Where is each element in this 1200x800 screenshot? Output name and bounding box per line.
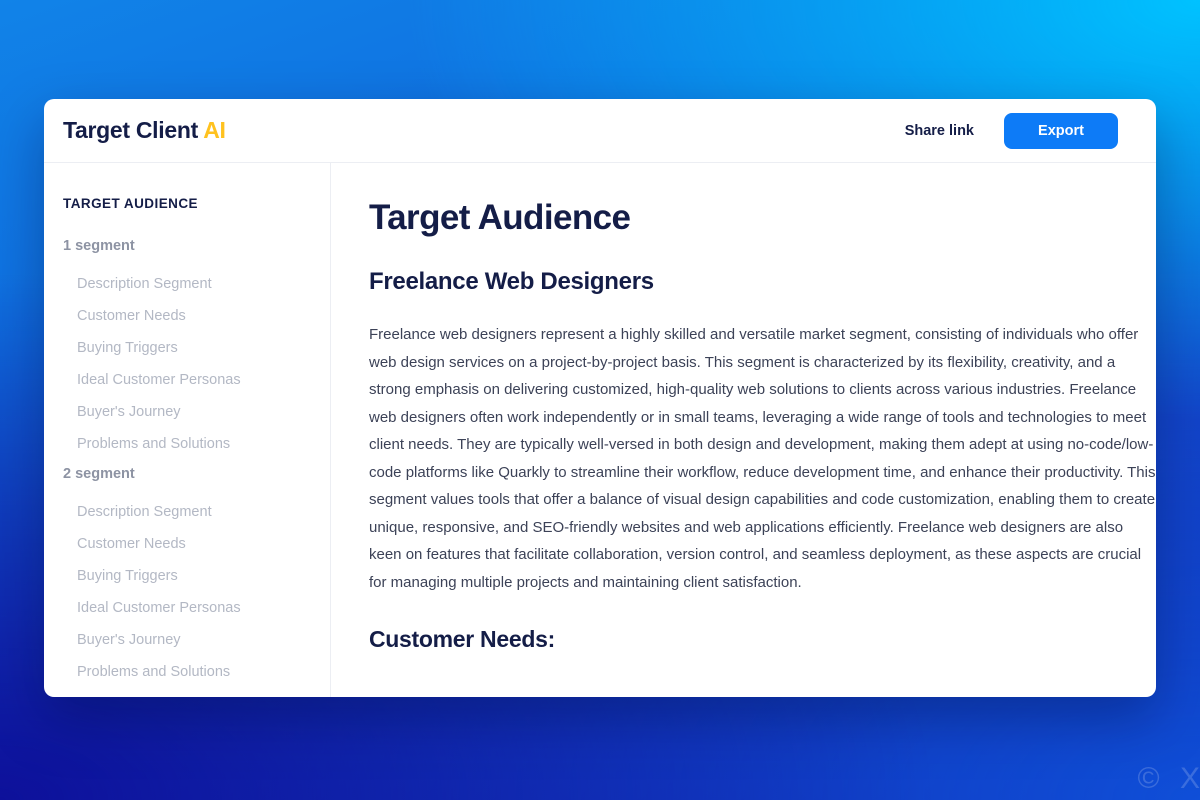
- sidebar-item[interactable]: Description Segment: [63, 496, 330, 528]
- sidebar-item[interactable]: Problems and Solutions: [63, 656, 330, 688]
- sidebar-item[interactable]: Buying Triggers: [63, 332, 330, 364]
- app-brand-title: Target Client AI: [63, 117, 226, 144]
- sidebar-item[interactable]: Ideal Customer Personas: [63, 592, 330, 624]
- sidebar-item[interactable]: Customer Needs: [63, 300, 330, 332]
- sidebar-item[interactable]: Customer Needs: [63, 528, 330, 560]
- app-header: Target Client AI Share link Export: [44, 99, 1156, 163]
- sidebar-item[interactable]: Ideal Customer Personas: [63, 364, 330, 396]
- section-heading: Freelance Web Designers: [369, 268, 654, 295]
- sidebar-item[interactable]: Description Segment: [63, 268, 330, 300]
- export-button[interactable]: Export: [1004, 112, 1118, 149]
- sidebar-title: TARGET AUDIENCE: [63, 196, 198, 211]
- sidebar-item[interactable]: Buyer's Journey: [63, 624, 330, 656]
- segment-item-list: Description Segment Customer Needs Buying …: [63, 268, 330, 460]
- header-actions: Share link Export: [905, 112, 1118, 149]
- share-link-button[interactable]: Share link: [905, 123, 974, 139]
- sidebar: TARGET AUDIENCE 1 segment Description Seg…: [44, 163, 331, 697]
- subsection-heading: Customer Needs:: [369, 626, 555, 652]
- app-card: Target Client AI Share link Export TARGE…: [44, 99, 1156, 697]
- brand-accent-text: AI: [203, 117, 226, 143]
- page-title: Target Audience: [369, 198, 631, 237]
- card-body: TARGET AUDIENCE 1 segment Description Seg…: [44, 163, 1156, 697]
- segment-item-list: Description Segment Customer Needs Buying …: [63, 496, 330, 688]
- brand-primary-text: Target Client: [63, 117, 198, 143]
- sidebar-item[interactable]: Buyer's Journey: [63, 396, 330, 428]
- main-content: Target Audience Freelance Web Designers …: [331, 163, 1156, 697]
- sidebar-groups: 1 segment Description Segment Customer Nee…: [63, 238, 330, 688]
- section-body-text: Freelance web designers represent a high…: [369, 326, 1156, 591]
- segment-group: 2 segment Description Segment Customer Nee…: [63, 466, 330, 688]
- watermark: © X: [1137, 762, 1200, 795]
- segment-group: 1 segment Description Segment Customer Nee…: [63, 238, 330, 460]
- segment-group-label: 2 segment: [63, 466, 135, 482]
- sidebar-item[interactable]: Buying Triggers: [63, 560, 330, 592]
- sidebar-item[interactable]: Problems and Solutions: [63, 428, 330, 460]
- segment-group-label: 1 segment: [63, 238, 135, 254]
